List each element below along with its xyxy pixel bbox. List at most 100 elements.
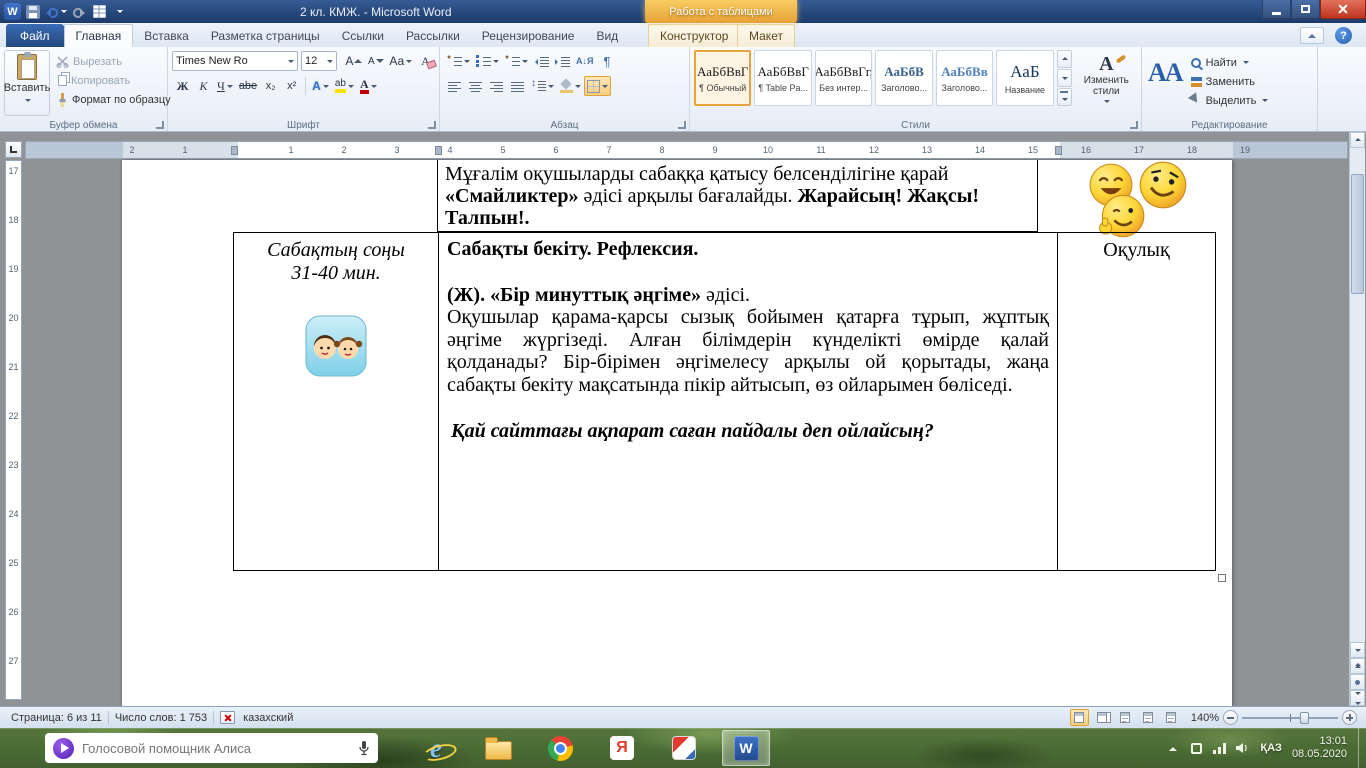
zoom-level[interactable]: 140% [1191, 712, 1219, 724]
font-dialog-launcher[interactable] [428, 121, 436, 129]
numbering-button[interactable] [473, 51, 502, 71]
zoom-slider-thumb[interactable] [1300, 712, 1309, 724]
tab-mailings[interactable]: Рассылки [395, 25, 471, 47]
maximize-button[interactable] [1291, 0, 1320, 19]
styles-more-button[interactable] [1057, 88, 1072, 106]
clock[interactable]: 13:01 08.05.2020 [1292, 735, 1351, 761]
decrease-indent-button[interactable] [531, 51, 552, 71]
underline-button[interactable]: Ч [214, 76, 236, 96]
tab-table-design[interactable]: Конструктор [648, 24, 740, 47]
previous-page-button[interactable] [1350, 658, 1365, 674]
outline-view-button[interactable] [1139, 709, 1158, 726]
undo-button[interactable] [45, 3, 67, 21]
table-cell-resources[interactable]: Оқулық [1058, 233, 1215, 570]
font-name-select[interactable]: Times New Ro [172, 51, 298, 71]
tray-app-icon[interactable] [1188, 738, 1204, 758]
style-heading2[interactable]: АаБбВвЗаголово... [936, 50, 993, 106]
show-paragraph-marks-button[interactable]: ¶ [596, 51, 617, 71]
zoom-slider[interactable] [1242, 710, 1338, 725]
taskbar-chrome-button[interactable] [536, 730, 584, 766]
table-cell-stage[interactable]: Сабақтың соңы 31-40 мин. [234, 233, 438, 570]
microphone-icon[interactable] [358, 740, 370, 756]
strikethrough-button[interactable]: abe [236, 76, 260, 96]
font-color-button[interactable]: А [357, 76, 380, 96]
line-spacing-button[interactable] [528, 76, 557, 96]
help-button[interactable]: ? [1335, 27, 1352, 44]
close-button[interactable] [1320, 0, 1366, 19]
copy-button[interactable]: Копировать [53, 71, 174, 90]
paragraph-dialog-launcher[interactable] [678, 121, 686, 129]
print-layout-view-button[interactable] [1070, 709, 1089, 726]
scroll-up-button[interactable] [1350, 132, 1365, 148]
scrollbar-thumb[interactable] [1351, 174, 1364, 294]
zoom-out-button[interactable] [1223, 710, 1238, 725]
page-indicator[interactable]: Страница: 6 из 11 [5, 712, 108, 724]
draft-view-button[interactable] [1162, 709, 1181, 726]
style-title[interactable]: АаБНазвание [996, 50, 1053, 106]
taskbar-app-button[interactable] [660, 730, 708, 766]
align-right-button[interactable] [486, 76, 507, 96]
language-switch[interactable]: ҚАЗ [1257, 742, 1285, 754]
tray-expand-button[interactable] [1165, 738, 1181, 758]
table-cell-assessment[interactable]: Мұғалім оқушыларды сабаққа қатысу белсен… [437, 160, 1038, 232]
tab-page-layout[interactable]: Разметка страницы [200, 25, 331, 47]
superscript-button[interactable]: х² [281, 76, 302, 96]
tab-table-layout[interactable]: Макет [737, 24, 795, 47]
qat-customize-button[interactable] [111, 3, 127, 21]
change-styles-button[interactable]: А Изменить стили [1075, 50, 1138, 112]
collapse-ribbon-button[interactable] [1300, 27, 1324, 44]
scroll-down-button[interactable] [1350, 642, 1365, 658]
bullets-button[interactable] [444, 51, 473, 71]
select-browse-object-button[interactable] [1350, 674, 1365, 690]
table-resize-handle[interactable] [1218, 574, 1226, 582]
smiley-images-group[interactable] [1086, 160, 1216, 240]
style-heading1[interactable]: АаБбВЗаголово... [875, 50, 932, 106]
tab-home[interactable]: Главная [64, 24, 134, 47]
find-button[interactable]: Найти [1188, 53, 1272, 72]
justify-button[interactable] [507, 76, 528, 96]
styles-scroll-up-button[interactable] [1057, 50, 1072, 68]
styles-dialog-launcher[interactable] [1130, 121, 1138, 129]
v-ruler[interactable]: 1718192021222324252627 [5, 160, 22, 700]
change-case-button[interactable]: Аа [387, 51, 415, 71]
tab-file[interactable]: Файл [6, 24, 64, 47]
tab-references[interactable]: Ссылки [331, 25, 395, 47]
shading-button[interactable] [557, 76, 584, 96]
clipboard-dialog-launcher[interactable] [156, 121, 164, 129]
taskbar-yandex-button[interactable]: Я [598, 730, 646, 766]
save-button[interactable] [25, 3, 41, 21]
subscript-button[interactable]: х₂ [260, 76, 281, 96]
language-indicator[interactable]: казахский [237, 712, 299, 724]
font-size-select[interactable]: 12 [301, 51, 338, 71]
word-app-icon[interactable]: W [4, 3, 21, 20]
table-column-marker[interactable] [435, 146, 442, 155]
word-count[interactable]: Число слов: 1 753 [109, 712, 213, 724]
style-normal[interactable]: АаБбВвГ¶ Обычный [694, 50, 751, 106]
tab-selector[interactable] [5, 141, 22, 158]
web-layout-view-button[interactable] [1116, 709, 1135, 726]
grow-font-button[interactable]: А [342, 51, 365, 71]
redo-button[interactable] [71, 3, 87, 21]
text-effects-button[interactable]: А [309, 76, 332, 96]
talking-kids-image[interactable] [305, 315, 367, 377]
zoom-in-button[interactable] [1342, 710, 1357, 725]
highlight-color-button[interactable]: ab [332, 76, 357, 96]
multilevel-list-button[interactable] [502, 51, 531, 71]
increase-indent-button[interactable] [552, 51, 573, 71]
next-page-button[interactable] [1350, 690, 1365, 706]
vertical-scrollbar[interactable] [1349, 132, 1365, 706]
proofing-errors-icon[interactable] [220, 711, 235, 724]
replace-button[interactable]: Заменить [1188, 72, 1272, 91]
table-cell-content[interactable]: Сабақты бекіту. Рефлексия. (Ж). «Бір мин… [438, 233, 1058, 570]
styles-scroll-down-button[interactable] [1057, 69, 1072, 87]
network-icon[interactable] [1211, 738, 1227, 758]
style-no-spacing[interactable]: АаБбВвГг,Без интер... [815, 50, 872, 106]
bold-button[interactable]: Ж [172, 76, 193, 96]
table-tool-icon[interactable] [91, 3, 107, 21]
align-left-button[interactable] [444, 76, 465, 96]
align-center-button[interactable] [465, 76, 486, 96]
taskbar-explorer-button[interactable] [474, 730, 522, 766]
format-painter-button[interactable]: Формат по образцу [53, 90, 174, 109]
sort-button[interactable]: А↓Я [573, 51, 596, 71]
show-desktop-button[interactable] [1358, 728, 1364, 768]
